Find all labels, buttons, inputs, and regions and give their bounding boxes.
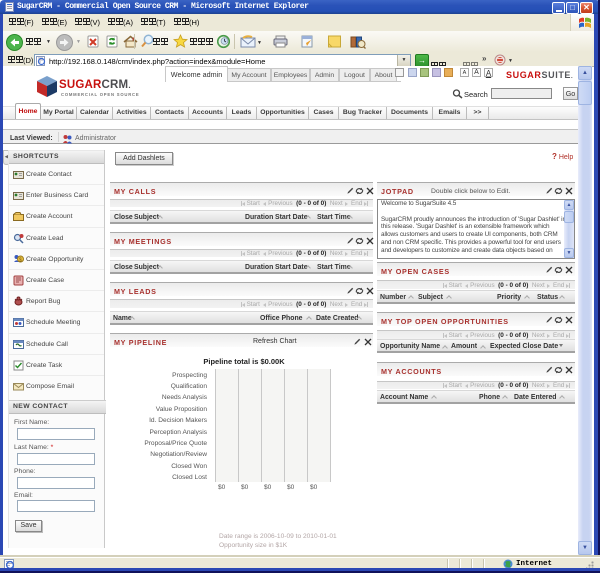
svg-text:$: $ bbox=[19, 257, 22, 263]
